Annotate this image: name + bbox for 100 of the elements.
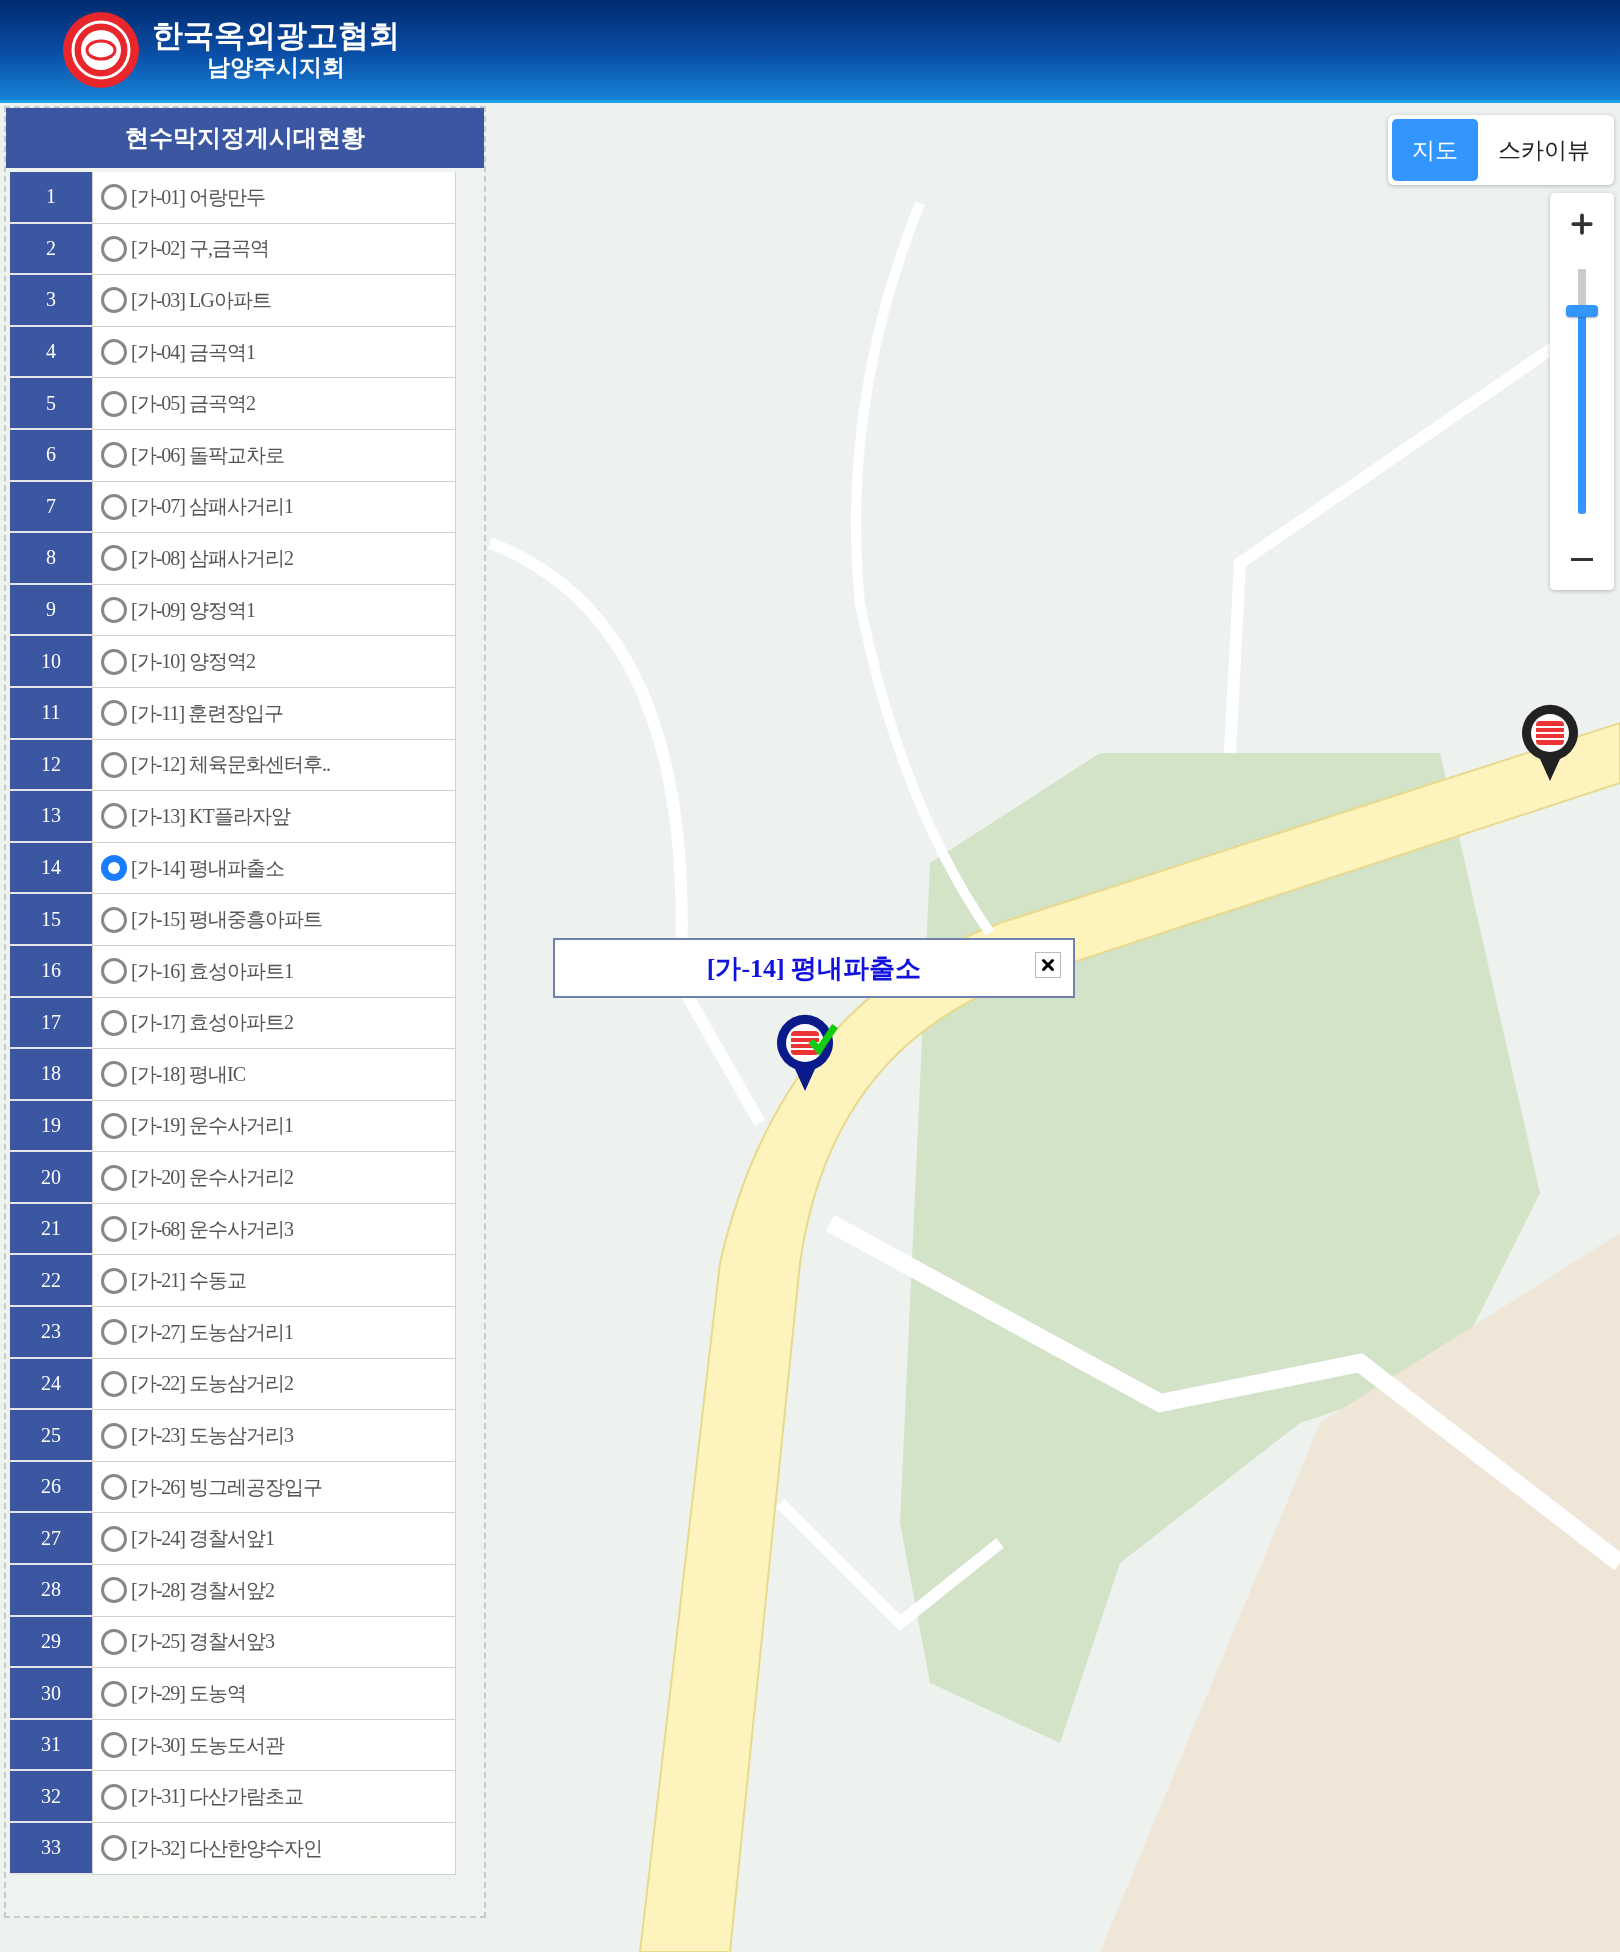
location-name: [가-25] 경찰서앞3	[131, 1629, 274, 1655]
location-item[interactable]: [가-21] 수동교	[92, 1255, 456, 1308]
location-item[interactable]: [가-25] 경찰서앞3	[92, 1616, 456, 1669]
radio-button[interactable]	[101, 648, 127, 675]
location-item[interactable]: [가-10] 양정역2	[92, 636, 456, 688]
row-number: 12	[10, 739, 92, 792]
location-name: [가-03] LG아파트	[131, 288, 271, 313]
close-icon	[1039, 956, 1057, 974]
row-number: 5	[10, 378, 92, 430]
row-number: 16	[10, 945, 92, 998]
radio-button[interactable]	[101, 1216, 127, 1243]
radio-button[interactable]	[101, 1474, 127, 1501]
row-number: 20	[10, 1152, 92, 1204]
location-name: [가-19] 운수사거리1	[131, 1113, 293, 1139]
location-item[interactable]: [가-08] 삼패사거리2	[92, 533, 456, 585]
sidebar-title: 현수막지정게시대현황	[6, 108, 484, 168]
radio-button[interactable]	[101, 1422, 127, 1449]
radio-button[interactable]	[101, 700, 127, 727]
radio-button[interactable]	[101, 1319, 127, 1346]
location-item[interactable]: [가-05] 금곡역2	[92, 378, 456, 430]
location-item[interactable]: [가-13] KT플라자앞	[92, 791, 456, 843]
radio-button[interactable]	[101, 339, 127, 366]
radio-button[interactable]	[101, 1525, 127, 1552]
location-item[interactable]: [가-27] 도농삼거리1	[92, 1307, 456, 1359]
location-item[interactable]: [가-31] 다산가람초교	[92, 1771, 456, 1823]
location-item[interactable]: [가-03] LG아파트	[92, 275, 456, 327]
radio-button[interactable]	[101, 184, 127, 211]
radio-button[interactable]	[101, 1370, 127, 1397]
radio-button[interactable]	[101, 855, 127, 881]
location-item[interactable]: [가-19] 운수사거리1	[92, 1100, 456, 1153]
row-number: 1	[10, 172, 92, 224]
radio-button[interactable]	[101, 1267, 127, 1294]
radio-button[interactable]	[101, 1783, 127, 1810]
location-item[interactable]: [가-12] 체육문화센터후..	[92, 739, 456, 792]
location-item[interactable]: [가-04] 금곡역1	[92, 326, 456, 379]
location-item[interactable]: [가-06] 돌팍교차로	[92, 429, 456, 482]
location-item[interactable]: [가-28] 경찰서앞2	[92, 1565, 456, 1617]
close-button[interactable]	[1035, 952, 1061, 978]
radio-button[interactable]	[101, 1680, 127, 1707]
location-name: [가-20] 운수사거리2	[131, 1165, 293, 1191]
row-number: 17	[10, 997, 92, 1050]
location-name: [가-13] KT플라자앞	[131, 803, 290, 829]
location-name: [가-12] 체육문화센터후..	[131, 752, 330, 778]
location-item[interactable]: [가-29] 도농역	[92, 1668, 456, 1720]
radio-button[interactable]	[101, 545, 127, 572]
zoom-slider-thumb[interactable]	[1566, 304, 1598, 317]
location-item[interactable]: [가-11] 훈련장입구	[92, 687, 456, 740]
location-item[interactable]: [가-09] 양정역1	[92, 584, 456, 637]
radio-button[interactable]	[101, 1009, 127, 1036]
location-item[interactable]: [가-22] 도농삼거리2	[92, 1358, 456, 1411]
location-item[interactable]: [가-07] 삼패사거리1	[92, 481, 456, 534]
radio-button[interactable]	[101, 958, 127, 985]
row-number: 26	[10, 1461, 92, 1514]
radio-button[interactable]	[101, 235, 127, 262]
location-name: [가-16] 효성아파트1	[131, 958, 293, 984]
radio-button[interactable]	[101, 493, 127, 520]
radio-button[interactable]	[101, 1113, 127, 1139]
location-item[interactable]: [가-68] 운수사거리3	[92, 1203, 456, 1256]
radio-button[interactable]	[101, 1628, 127, 1655]
location-item[interactable]: [가-26] 빙그레공장입구	[92, 1461, 456, 1514]
row-number: 13	[10, 791, 92, 843]
location-name: [가-11] 훈련장입구	[131, 700, 284, 726]
location-item[interactable]: [가-02] 구,금곡역	[92, 223, 456, 276]
radio-button[interactable]	[101, 390, 127, 417]
row-number: 4	[10, 326, 92, 379]
location-item[interactable]: [가-17] 효성아파트2	[92, 997, 456, 1050]
radio-button[interactable]	[101, 1164, 127, 1191]
radio-button[interactable]	[101, 906, 127, 933]
location-item[interactable]: [가-30] 도농도서관	[92, 1719, 456, 1772]
radio-button[interactable]	[101, 597, 127, 624]
radio-button[interactable]	[101, 1835, 127, 1862]
radio-button[interactable]	[101, 442, 127, 469]
row-number: 30	[10, 1668, 92, 1720]
row-number: 31	[10, 1719, 92, 1772]
zoom-in-button[interactable]	[1550, 193, 1614, 255]
location-name: [가-22] 도농삼거리2	[131, 1371, 293, 1397]
location-item[interactable]: [가-16] 효성아파트1	[92, 945, 456, 998]
location-item[interactable]: [가-01] 어랑만두	[92, 172, 456, 224]
location-name: [가-10] 양정역2	[131, 649, 255, 675]
radio-button[interactable]	[101, 803, 127, 830]
popup-title: [가-14] 평내파출소	[706, 952, 922, 985]
location-item[interactable]: [가-14] 평내파출소	[92, 842, 456, 895]
radio-button[interactable]	[101, 751, 127, 778]
radio-button[interactable]	[101, 287, 127, 314]
row-number: 15	[10, 894, 92, 946]
location-name: [가-27] 도농삼거리1	[131, 1319, 293, 1345]
location-item[interactable]: [가-18] 평내IC	[92, 1049, 456, 1101]
location-item[interactable]: [가-15] 평내중흥아파트	[92, 894, 456, 946]
radio-button[interactable]	[101, 1577, 127, 1604]
association-title: 한국옥외광고협회	[152, 18, 400, 54]
location-item[interactable]: [가-24] 경찰서앞1	[92, 1513, 456, 1566]
location-item[interactable]: [가-23] 도농삼거리3	[92, 1410, 456, 1462]
location-name: [가-24] 경찰서앞1	[131, 1526, 274, 1552]
location-item[interactable]: [가-20] 운수사거리2	[92, 1152, 456, 1204]
radio-button[interactable]	[101, 1061, 127, 1088]
radio-button[interactable]	[101, 1732, 127, 1759]
location-name: [가-05] 금곡역2	[131, 391, 255, 417]
location-name: [가-26] 빙그레공장입구	[131, 1474, 322, 1500]
row-number: 14	[10, 842, 92, 895]
location-item[interactable]: [가-32] 다산한양수자인	[92, 1823, 456, 1875]
